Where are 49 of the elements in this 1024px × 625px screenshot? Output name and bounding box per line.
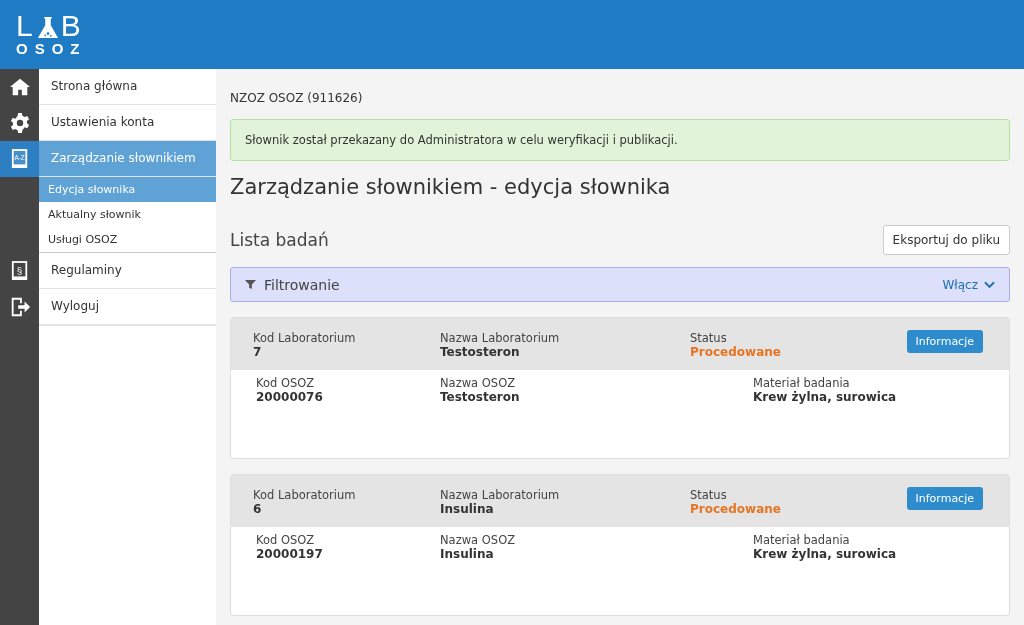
- field-label: Nazwa Laboratorium: [440, 488, 560, 502]
- field-value: 7: [253, 345, 263, 359]
- home-icon: [8, 76, 31, 98]
- field-value: Insulina: [440, 502, 495, 516]
- filter-label: Filtrowanie: [264, 276, 341, 293]
- logo-text: L: [16, 11, 35, 40]
- field-label: Materiał badania: [753, 533, 851, 547]
- section-title: Lista badań: [230, 230, 329, 250]
- filter-icon: [245, 279, 256, 290]
- export-button[interactable]: Eksportuj do pliku: [882, 225, 1010, 255]
- logo-text: B: [60, 11, 83, 40]
- field-label: Status: [690, 488, 728, 502]
- organization-name: NZOZ OSOZ (911626): [230, 91, 364, 105]
- field-label: Nazwa Laboratorium: [440, 331, 560, 345]
- field-value: 20000076: [256, 390, 323, 404]
- chevron-icon: [984, 280, 995, 289]
- filter-panel[interactable]: Filtrowanie Włącz: [230, 267, 1010, 302]
- field-value: 20000197: [256, 547, 323, 561]
- field-label: Kod Laboratorium: [253, 331, 356, 345]
- logo-subtitle: OSOZ: [16, 39, 87, 58]
- field-value: Procedowane: [690, 502, 781, 516]
- field-value: Insulina: [440, 547, 495, 561]
- field-label: Kod OSOZ: [256, 533, 316, 547]
- field-label: Status: [690, 331, 728, 345]
- document-icon: §: [10, 260, 29, 282]
- page-title: Zarządzanie słownikiem - edycja słownika: [230, 175, 672, 199]
- field-value: Krew żylna, surowica: [753, 547, 897, 561]
- field-label: Nazwa OSOZ: [440, 376, 517, 390]
- flask-icon: [36, 15, 59, 40]
- field-label: Nazwa OSOZ: [440, 533, 516, 547]
- info-button[interactable]: Informacje: [906, 487, 983, 510]
- success-alert: Słownik został przekazany do Administratora w celu weryfikacji i publikacji.: [230, 119, 1010, 161]
- submenu-item[interactable]: Usługi OSOZ: [39, 227, 216, 253]
- field-label: Kod Laboratorium: [253, 488, 356, 502]
- submenu-item[interactable]: Aktualny słownik: [39, 202, 216, 227]
- info-button[interactable]: Informacje: [906, 330, 983, 353]
- sidebar-item[interactable]: Strona główna: [39, 69, 216, 105]
- field-value: Testosteron: [440, 390, 520, 404]
- sidebar-item[interactable]: Regulaminy: [39, 253, 216, 289]
- sidebar-item[interactable]: Wyloguj: [39, 289, 216, 325]
- field-value: 6: [253, 502, 263, 516]
- settings-icon: [8, 112, 31, 134]
- field-value: Krew żylna, surowica: [753, 390, 897, 404]
- logo[interactable]: L B OSOZ: [16, 11, 87, 58]
- field-value: Testosteron: [440, 345, 521, 359]
- filter-toggle[interactable]: Włącz: [942, 277, 995, 292]
- field-label: Materiał badania: [753, 376, 851, 390]
- field-label: Kod OSOZ: [256, 376, 316, 390]
- field-value: Procedowane: [690, 345, 781, 359]
